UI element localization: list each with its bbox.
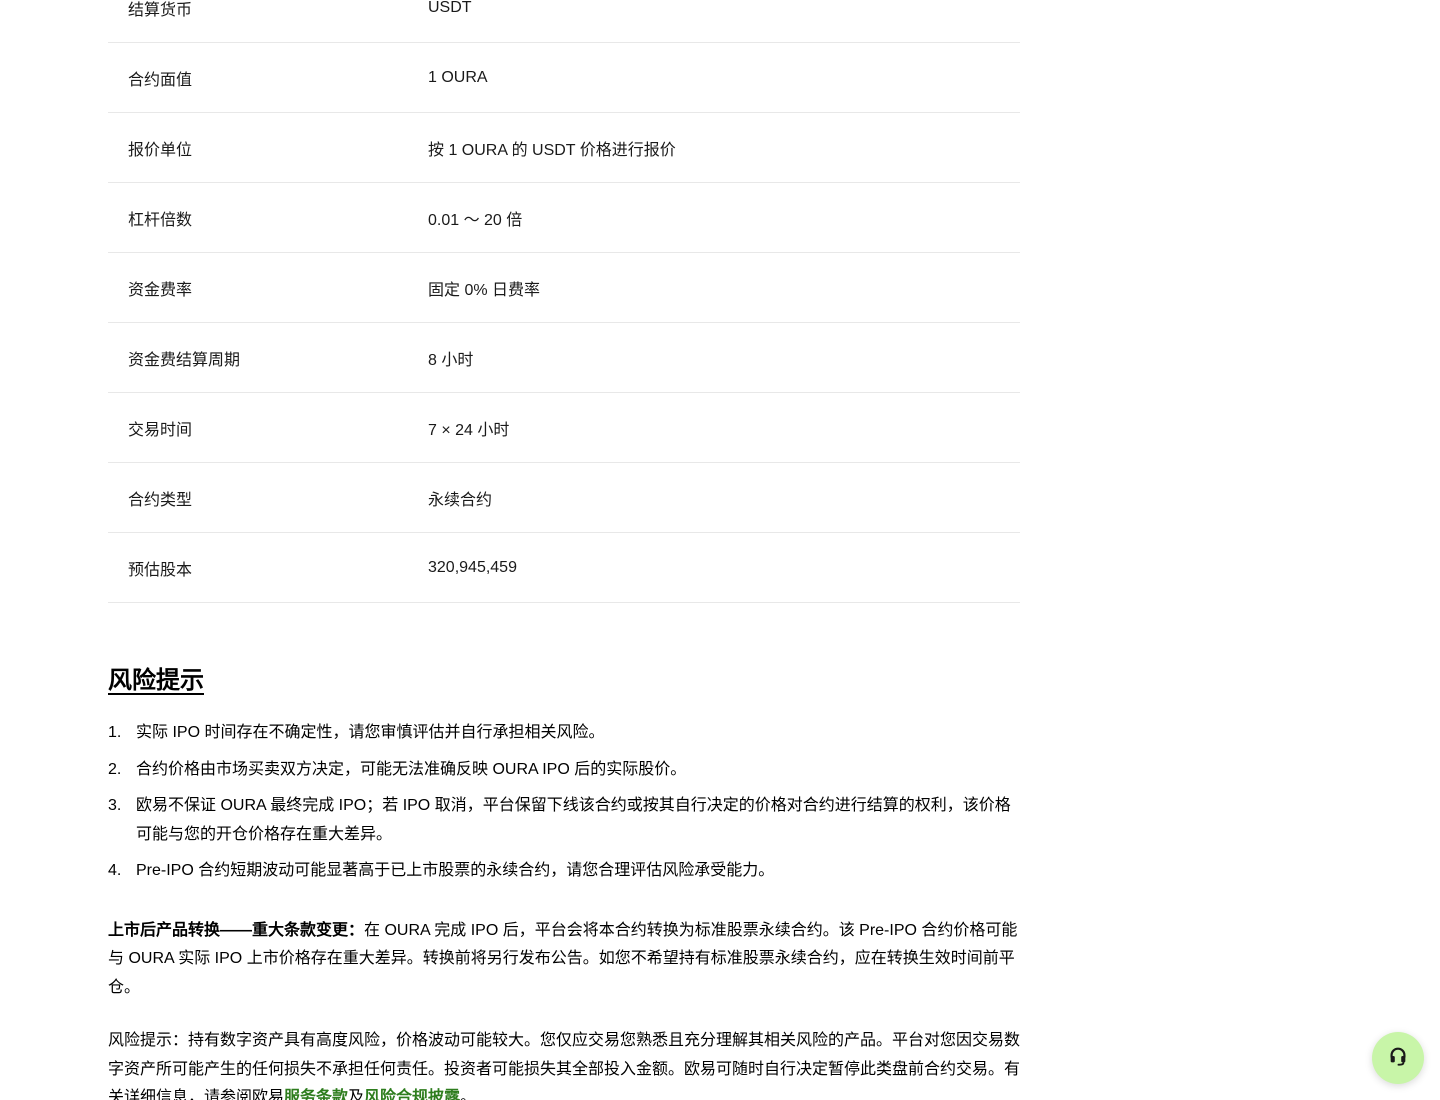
spec-value: 永续合约 [428, 491, 493, 509]
risk-item-number: 2. [108, 760, 122, 778]
spec-label: 报价单位 [128, 141, 193, 159]
spec-label: 合约面值 [128, 71, 193, 89]
spec-label: 资金费结算周期 [128, 351, 241, 369]
spec-row-contract-type: 合约类型 永续合约 [108, 463, 1020, 533]
customer-support-button[interactable] [1372, 1032, 1424, 1084]
risk-list-item: 4. Pre-IPO 合约短期波动可能显著高于已上市股票的永续合约，请您合理评估… [108, 857, 1020, 886]
spec-row-funding-rate: 资金费率 固定 0% 日费率 [108, 253, 1020, 323]
risk-item-number: 4. [108, 862, 122, 879]
risk-list-item: 1. 实际 IPO 时间存在不确定性，请您审慎评估并自行承担相关风险。 [108, 719, 1020, 748]
risk-disclosure-link[interactable]: 风险合规披露 [364, 1089, 460, 1100]
spec-row-contract-face-value: 合约面值 1 OURA [108, 43, 1020, 113]
risk-list-item: 2. 合约价格由市场买卖双方决定，可能无法准确反映 OURA IPO 后的实际股… [108, 756, 1020, 785]
spec-row-quote-unit: 报价单位 按 1 OURA 的 USDT 价格进行报价 [108, 113, 1020, 183]
headset-icon [1387, 1045, 1409, 1072]
spec-value: 1 OURA [428, 68, 488, 86]
risk-item-text: 合约价格由市场买卖双方决定，可能无法准确反映 OURA IPO 后的实际股价。 [136, 760, 687, 778]
risk-section-title: 风险提示 [108, 667, 204, 694]
spec-value: USDT [428, 0, 472, 16]
risk-list-item: 3. 欧易不保证 OURA 最终完成 IPO；若 IPO 取消，平台保留下线该合… [108, 792, 1020, 849]
spec-value: 0.01 〜 20 倍 [428, 211, 523, 229]
spec-label: 交易时间 [128, 421, 193, 439]
spec-row-settlement-currency: 结算货币 USDT [108, 0, 1020, 43]
risk-item-number: 3. [108, 797, 122, 814]
disclaimer-joiner: 及 [348, 1089, 365, 1100]
spec-label: 结算货币 [128, 1, 193, 19]
spec-label: 合约类型 [128, 491, 193, 509]
risk-disclaimer: 风险提示：持有数字资产具有高度风险，价格波动可能较大。您仅应交易您熟悉且充分理解… [108, 1027, 1020, 1100]
risk-item-text: Pre-IPO 合约短期波动可能显著高于已上市股票的永续合约，请您合理评估风险承… [136, 862, 775, 879]
spec-row-leverage: 杠杆倍数 0.01 〜 20 倍 [108, 183, 1020, 253]
risk-item-text: 实际 IPO 时间存在不确定性，请您审慎评估并自行承担相关风险。 [136, 724, 605, 741]
spec-row-estimated-shares: 预估股本 320,945,459 [108, 533, 1020, 603]
spec-label: 预估股本 [128, 561, 193, 579]
spec-value: 7 × 24 小时 [428, 421, 510, 439]
contract-spec-table: 结算货币 USDT 合约面值 1 OURA 报价单位 按 1 OURA 的 US… [108, 0, 1020, 603]
spec-value: 8 小时 [428, 351, 474, 369]
spec-label: 杠杆倍数 [128, 211, 193, 229]
spec-label: 资金费率 [128, 281, 193, 299]
disclaimer-text: 风险提示：持有数字资产具有高度风险，价格波动可能较大。您仅应交易您熟悉且充分理解… [108, 1032, 1021, 1100]
risk-item-number: 1. [108, 724, 122, 741]
conversion-notice: 上市后产品转换——重大条款变更：在 OURA 完成 IPO 后，平台会将本合约转… [108, 917, 1020, 1003]
terms-of-service-link[interactable]: 服务条款 [284, 1089, 348, 1100]
spec-row-funding-interval: 资金费结算周期 8 小时 [108, 323, 1020, 393]
risk-item-text: 欧易不保证 OURA 最终完成 IPO；若 IPO 取消，平台保留下线该合约或按… [136, 797, 1011, 843]
spec-row-trading-hours: 交易时间 7 × 24 小时 [108, 393, 1020, 463]
main-content: 结算货币 USDT 合约面值 1 OURA 报价单位 按 1 OURA 的 US… [108, 0, 1020, 1100]
spec-value: 320,945,459 [428, 558, 517, 576]
risk-list: 1. 实际 IPO 时间存在不确定性，请您审慎评估并自行承担相关风险。 2. 合… [108, 719, 1020, 886]
spec-value: 固定 0% 日费率 [428, 281, 541, 299]
spec-value: 按 1 OURA 的 USDT 价格进行报价 [428, 141, 676, 159]
disclaimer-end: 。 [460, 1089, 477, 1100]
conversion-heading: 上市后产品转换——重大条款变更： [108, 921, 365, 939]
